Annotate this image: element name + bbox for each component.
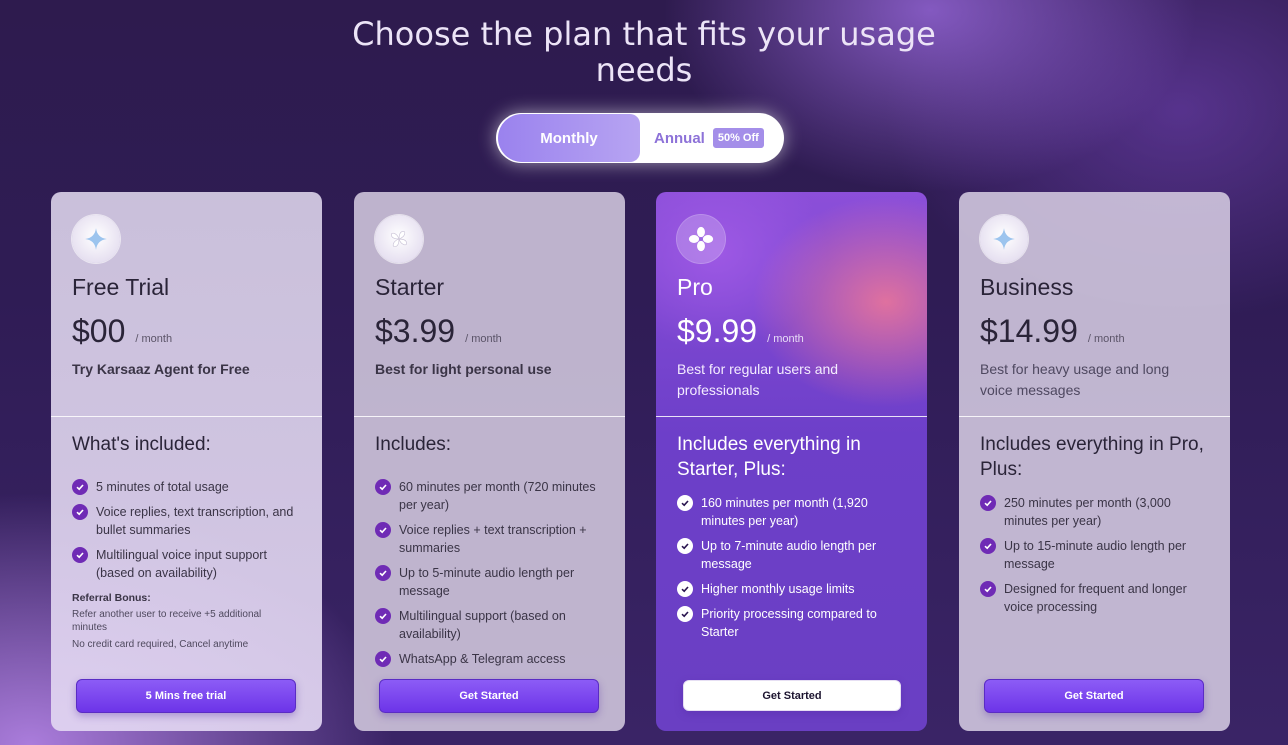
- feature-item: Priority processing compared to Starter: [677, 605, 912, 641]
- feature-list: 5 minutes of total usage Voice replies, …: [72, 478, 307, 589]
- get-started-button[interactable]: Get Started: [683, 680, 901, 711]
- includes-title: Includes:: [375, 434, 452, 455]
- check-icon: [677, 538, 693, 554]
- plan-name: Business: [980, 274, 1074, 300]
- feature-item: Voice replies + text transcription + sum…: [375, 521, 610, 557]
- plan-price: $00 / month: [72, 313, 172, 350]
- feature-item: 250 minutes per month (3,000 minutes per…: [980, 494, 1215, 530]
- feature-item: 160 minutes per month (1,920 minutes per…: [677, 494, 912, 530]
- get-started-button[interactable]: Get Started: [984, 679, 1204, 713]
- price-amount: $9.99: [677, 313, 758, 349]
- feature-list: 250 minutes per month (3,000 minutes per…: [980, 494, 1215, 623]
- check-icon: [72, 504, 88, 520]
- feature-item: 5 minutes of total usage: [72, 478, 307, 496]
- free-trial-button[interactable]: 5 Mins free trial: [76, 679, 296, 713]
- plan-description: Best for heavy usage and long voice mess…: [980, 361, 1170, 398]
- feature-list: 160 minutes per month (1,920 minutes per…: [677, 494, 912, 648]
- feature-item: Higher monthly usage limits: [677, 580, 912, 598]
- divider: [656, 416, 927, 417]
- billing-toggle[interactable]: Monthly Annual 50% Off: [496, 113, 784, 163]
- check-icon: [375, 608, 391, 624]
- monthly-option[interactable]: Monthly: [498, 114, 640, 162]
- check-icon: [375, 565, 391, 581]
- price-period: / month: [135, 333, 173, 345]
- check-icon: [980, 538, 996, 554]
- check-icon: [677, 606, 693, 622]
- check-icon: [980, 495, 996, 511]
- divider: [354, 416, 625, 417]
- referral-heading: Referral Bonus:: [72, 592, 151, 604]
- plan-price: $3.99 / month: [375, 313, 502, 350]
- price-period: / month: [1087, 333, 1125, 345]
- feature-item: Designed for frequent and longer voice p…: [980, 580, 1215, 616]
- check-icon: [375, 522, 391, 538]
- plan-name: Free Trial: [72, 274, 170, 300]
- feature-item: WhatsApp & Telegram access: [375, 650, 610, 668]
- page-header: Choose the plan that fits your usage nee…: [0, 16, 1288, 88]
- includes-title: What's included:: [72, 434, 211, 455]
- plan-card-business: Business $14.99 / month Best for heavy u…: [959, 192, 1230, 731]
- plan-card-free-trial: Free Trial $00 / month Try Karsaaz Agent…: [51, 192, 322, 731]
- feature-item: Up to 7-minute audio length per message: [677, 537, 912, 573]
- price-period: / month: [465, 333, 502, 345]
- divider: [51, 416, 322, 417]
- plan-name: Pro: [677, 274, 713, 300]
- pinwheel-icon: [375, 215, 423, 263]
- price-amount: $14.99: [980, 313, 1078, 349]
- price-amount: $00: [72, 313, 126, 349]
- check-icon: [375, 651, 391, 667]
- sparkle-icon: [980, 215, 1028, 263]
- feature-item: Voice replies, text transcription, and b…: [72, 503, 307, 539]
- feature-item: Multilingual support (based on availabil…: [375, 607, 610, 643]
- includes-title: Includes everything in Starter, Plus:: [677, 434, 861, 480]
- check-icon: [980, 581, 996, 597]
- plan-name: Starter: [375, 274, 445, 300]
- referral-info: Referral Bonus: Refer another user to re…: [72, 592, 297, 655]
- plan-price: $14.99 / month: [980, 313, 1125, 350]
- no-card-note: No credit card required, Cancel anytime: [72, 639, 249, 650]
- check-icon: [72, 479, 88, 495]
- plan-card-pro: Pro $9.99 / month Best for regular users…: [656, 192, 927, 731]
- page-title: Choose the plan that fits your usage nee…: [352, 15, 936, 89]
- includes-title: Includes everything in Pro, Plus:: [980, 434, 1204, 480]
- divider: [959, 416, 1230, 417]
- annual-option[interactable]: Annual 50% Off: [654, 113, 764, 163]
- plan-card-starter: Starter $3.99 / month Best for light per…: [354, 192, 625, 731]
- check-icon: [677, 495, 693, 511]
- flower-icon: [677, 215, 725, 263]
- referral-text: Refer another user to receive +5 additio…: [72, 609, 262, 633]
- get-started-button[interactable]: Get Started: [379, 679, 599, 713]
- check-icon: [375, 479, 391, 495]
- feature-item: Multilingual voice input support (based …: [72, 546, 307, 582]
- plan-description: Best for regular users and professionals: [677, 361, 839, 398]
- feature-item: Up to 15-minute audio length per message: [980, 537, 1215, 573]
- feature-item: 60 minutes per month (720 minutes per ye…: [375, 478, 610, 514]
- price-period: / month: [767, 333, 804, 345]
- plan-description: Best for light personal use: [375, 361, 552, 377]
- plan-description: Try Karsaaz Agent for Free: [72, 361, 250, 377]
- plan-price: $9.99 / month: [677, 313, 804, 350]
- feature-list: 60 minutes per month (720 minutes per ye…: [375, 478, 610, 675]
- check-icon: [72, 547, 88, 563]
- sparkle-icon: [72, 215, 120, 263]
- check-icon: [677, 581, 693, 597]
- feature-item: Up to 5-minute audio length per message: [375, 564, 610, 600]
- discount-badge: 50% Off: [712, 128, 764, 148]
- price-amount: $3.99: [375, 313, 456, 349]
- annual-label: Annual: [654, 129, 705, 147]
